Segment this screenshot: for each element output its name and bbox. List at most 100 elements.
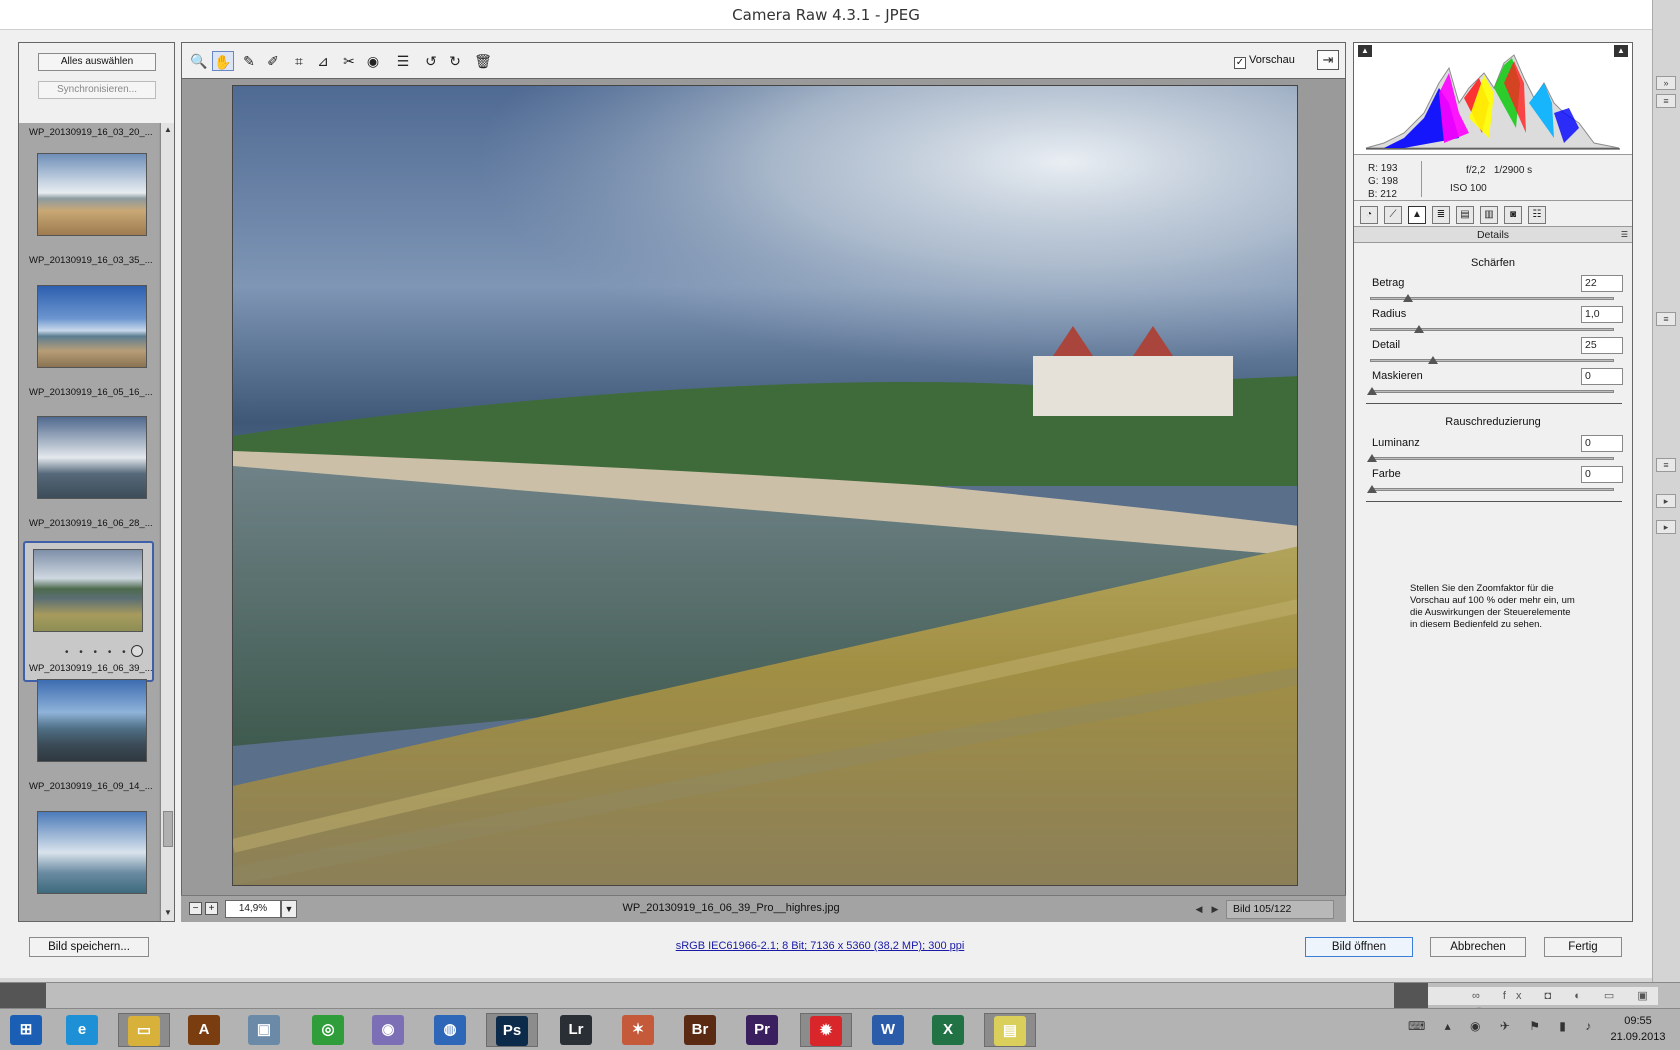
- slider-track[interactable]: [1370, 390, 1614, 393]
- slider-track[interactable]: [1370, 359, 1614, 362]
- retouch-icon[interactable]: ✂: [338, 51, 360, 71]
- play-icon[interactable]: ▸: [1656, 520, 1676, 534]
- slider-value-field[interactable]: 0: [1581, 368, 1623, 385]
- red-value: R: 193: [1368, 163, 1398, 174]
- checkbox-icon[interactable]: ✓: [1234, 57, 1246, 69]
- strip-block: [1394, 983, 1428, 1009]
- hand-icon[interactable]: ✋: [212, 51, 234, 71]
- tab-lens-corrections[interactable]: ▥: [1480, 206, 1498, 224]
- color-sampler-icon[interactable]: ✐: [262, 51, 284, 71]
- slider-handle[interactable]: [1402, 294, 1413, 302]
- tab-basic[interactable]: ◔: [1360, 206, 1378, 224]
- tab-presets[interactable]: ☷: [1528, 206, 1546, 224]
- vector-app-icon[interactable]: ✶: [612, 1013, 664, 1047]
- internet-explorer-icon[interactable]: e: [56, 1013, 108, 1047]
- tab-split-toning[interactable]: ▤: [1456, 206, 1474, 224]
- collapse-icon[interactable]: »: [1656, 76, 1676, 90]
- thumbnail: [37, 811, 147, 894]
- divider: [1366, 501, 1622, 502]
- excel-icon[interactable]: X: [922, 1013, 974, 1047]
- windows-start-icon[interactable]: ⊞: [0, 1013, 52, 1047]
- slider-value-field[interactable]: 0: [1581, 435, 1623, 452]
- workflow-options-link[interactable]: sRGB IEC61966-2.1; 8 Bit; 7136 x 5360 (3…: [560, 940, 1080, 952]
- filmstrip-item[interactable]: WP_20130919_16_05_16_...: [23, 285, 154, 426]
- filmstrip-item-selected[interactable]: • • • • • WP_20130919_16_06_39_...: [23, 541, 154, 682]
- illustrator-icon[interactable]: A: [178, 1013, 230, 1047]
- app-icon[interactable]: ◍: [424, 1013, 476, 1047]
- system-tray[interactable]: ⌨ ▴ ◉ ✈ ⚑ ▮ ♪: [1408, 1019, 1599, 1033]
- rating-stars[interactable]: • • • • •: [65, 647, 130, 658]
- open-image-button[interactable]: Bild öffnen: [1305, 937, 1413, 957]
- tab-tone-curve[interactable]: ⟋: [1384, 206, 1402, 224]
- filmstrip-item[interactable]: WP_20130919_16_03_20_...: [23, 123, 154, 143]
- slider-label: Luminanz: [1372, 437, 1420, 449]
- fullscreen-icon[interactable]: ⇥: [1317, 50, 1339, 70]
- slider-track[interactable]: [1370, 328, 1614, 331]
- straighten-icon[interactable]: ⊿: [312, 51, 334, 71]
- thumbnail-name: WP_20130919_16_03_20_...: [29, 127, 153, 138]
- red-eye-icon[interactable]: ◉: [362, 51, 384, 71]
- tab-details[interactable]: ▲: [1408, 206, 1426, 224]
- slider-track[interactable]: [1370, 457, 1614, 460]
- thumbnail-name: WP_20130919_16_05_16_...: [29, 387, 153, 398]
- scroll-up-icon[interactable]: ▲: [162, 123, 174, 137]
- previous-image-icon[interactable]: ◀: [1193, 903, 1205, 915]
- highlight-clipping-icon[interactable]: ▲: [1614, 45, 1628, 57]
- slider-value-field[interactable]: 1,0: [1581, 306, 1623, 323]
- slider-handle[interactable]: [1367, 485, 1377, 493]
- filmstrip-scrollbar[interactable]: ▲ ▼: [160, 123, 174, 921]
- sticky-notes-icon[interactable]: ▤: [984, 1013, 1036, 1047]
- panel-menu-icon[interactable]: ≡: [1656, 458, 1676, 472]
- preview-image[interactable]: [232, 85, 1298, 886]
- slider-handle[interactable]: [1427, 356, 1438, 364]
- file-explorer-icon[interactable]: ▭: [118, 1013, 170, 1047]
- panel-menu-icon[interactable]: ≡: [1656, 312, 1676, 326]
- tab-hsl[interactable]: ≣: [1432, 206, 1450, 224]
- scroll-down-icon[interactable]: ▼: [162, 906, 174, 920]
- paint-app-icon[interactable]: ✹: [800, 1013, 852, 1047]
- layer-panel-icons[interactable]: ∞ fx ◘ ◐ ▭ ▣ 🗑: [1428, 987, 1658, 1020]
- preferences-icon[interactable]: ☰: [392, 51, 414, 71]
- clock[interactable]: 09:55 21.09.2013: [1600, 1013, 1676, 1045]
- bridge-icon[interactable]: Br: [674, 1013, 726, 1047]
- slider-handle[interactable]: [1367, 387, 1377, 395]
- crop-icon[interactable]: ⌗: [288, 51, 310, 71]
- cancel-button[interactable]: Abbrechen: [1430, 937, 1526, 957]
- slider-label: Radius: [1372, 308, 1407, 320]
- photoshop-icon[interactable]: Ps: [486, 1013, 538, 1047]
- select-all-button[interactable]: Alles auswählen: [38, 53, 156, 71]
- panel-menu-icon[interactable]: ≡: [1656, 94, 1676, 108]
- slider-value-field[interactable]: 22: [1581, 275, 1623, 292]
- done-button[interactable]: Fertig: [1544, 937, 1622, 957]
- rotate-right-icon[interactable]: ↻: [444, 51, 466, 71]
- dvd-icon[interactable]: ◉: [362, 1013, 414, 1047]
- zoom-icon[interactable]: 🔍: [188, 51, 210, 71]
- white-balance-icon[interactable]: ✎: [238, 51, 260, 71]
- filmstrip-item[interactable]: WP_20130919_16_06_28_...: [23, 416, 154, 557]
- slider-value-field[interactable]: 25: [1581, 337, 1623, 354]
- synchronize-button[interactable]: Synchronisieren...: [38, 81, 156, 99]
- tab-camera-calibration[interactable]: ◙: [1504, 206, 1522, 224]
- filmstrip-item[interactable]: [23, 811, 154, 921]
- next-image-icon[interactable]: ▶: [1209, 903, 1221, 915]
- panel-menu-icon[interactable]: ☰: [1621, 227, 1628, 243]
- scroll-thumb[interactable]: [163, 811, 173, 847]
- preview-checkbox[interactable]: ✓ Vorschau: [1234, 54, 1295, 69]
- slider-track[interactable]: [1370, 488, 1614, 491]
- premiere-icon[interactable]: Pr: [736, 1013, 788, 1047]
- lightroom-icon[interactable]: Lr: [550, 1013, 602, 1047]
- slider-handle[interactable]: [1367, 454, 1377, 462]
- filmstrip-item[interactable]: WP_20130919_16_09_14_...: [23, 679, 154, 820]
- photo-viewer-icon[interactable]: ▣: [238, 1013, 290, 1047]
- slider-row-detail: Detail 25: [1368, 337, 1623, 367]
- trash-icon[interactable]: 🗑: [472, 51, 494, 71]
- slider-value-field[interactable]: 0: [1581, 466, 1623, 483]
- chrome-icon[interactable]: ◎: [302, 1013, 354, 1047]
- shadow-clipping-icon[interactable]: ▲: [1358, 45, 1372, 57]
- play-icon[interactable]: ▸: [1656, 494, 1676, 508]
- word-icon[interactable]: W: [862, 1013, 914, 1047]
- save-image-button[interactable]: Bild speichern...: [29, 937, 149, 957]
- rotate-left-icon[interactable]: ↺: [420, 51, 442, 71]
- filmstrip-item[interactable]: WP_20130919_16_03_35_...: [23, 153, 154, 294]
- slider-handle[interactable]: [1413, 325, 1424, 333]
